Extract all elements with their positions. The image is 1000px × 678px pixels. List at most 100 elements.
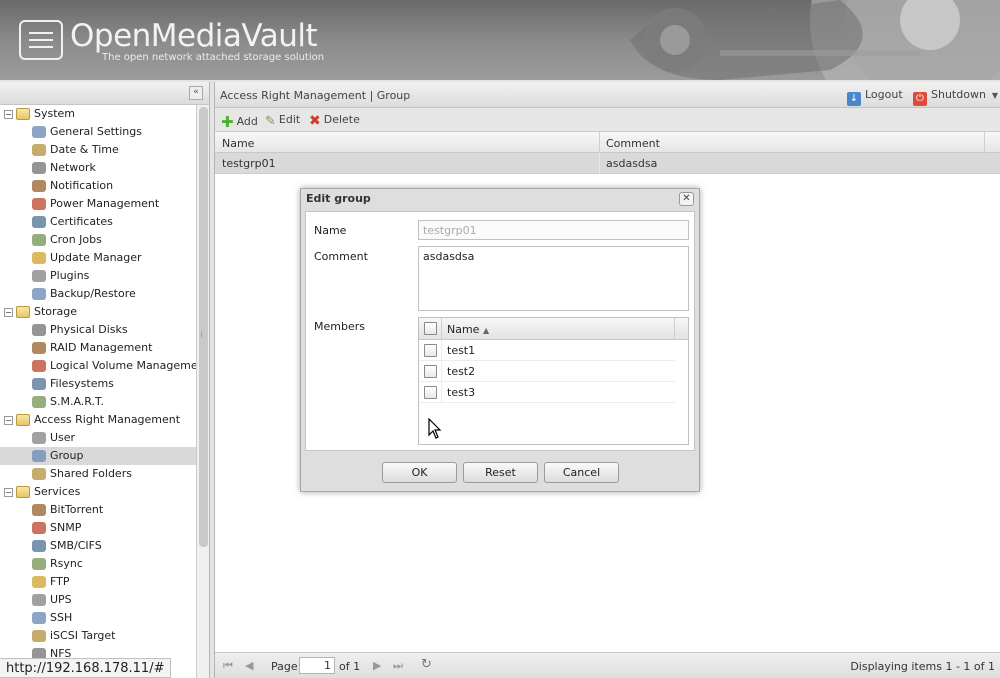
name-label: Name <box>314 224 347 237</box>
sidebar-item-shared-folders[interactable]: Shared Folders <box>0 465 209 483</box>
column-header-name[interactable]: Name <box>222 137 254 150</box>
sidebar-item-label: RAID Management <box>50 341 153 354</box>
shutdown-button[interactable]: ⏻ Shutdown ▼ <box>913 88 998 106</box>
toolbar: ✚ Add ✎ Edit ✖ Delete <box>215 108 1000 132</box>
edit-icon: ✎ <box>265 114 276 129</box>
sidebar-item-label: Network <box>50 161 96 174</box>
logout-button[interactable]: ↓ Logout <box>847 88 903 106</box>
sidebar-group-access-right-management[interactable]: − Access Right Management <box>0 411 209 429</box>
sidebar-item-ups[interactable]: UPS <box>0 591 209 609</box>
sidebar-item-cron-jobs[interactable]: Cron Jobs <box>0 231 209 249</box>
sidebar-item-raid-management[interactable]: RAID Management <box>0 339 209 357</box>
column-separator <box>441 382 442 403</box>
first-page-icon[interactable]: ⏮ <box>223 659 233 673</box>
network-icon <box>32 162 46 174</box>
member-checkbox[interactable] <box>424 365 437 378</box>
sidebar-item-iscsi-target[interactable]: iSCSI Target <box>0 627 209 645</box>
sidebar-item-date-time[interactable]: Date & Time <box>0 141 209 159</box>
collapse-toggle-icon[interactable]: − <box>4 308 13 317</box>
sidebar-item-bittorrent[interactable]: BitTorrent <box>0 501 209 519</box>
sidebar-item-label: System <box>34 107 76 120</box>
sidebar-item-power-management[interactable]: Power Management <box>0 195 209 213</box>
sidebar-group-storage[interactable]: − Storage <box>0 303 209 321</box>
hard-disk-graphic-icon <box>630 0 1000 80</box>
sidebar-item-label: Storage <box>34 305 78 318</box>
reset-button[interactable]: Reset <box>463 462 538 483</box>
next-page-icon[interactable]: ▶ <box>373 659 381 672</box>
table-row[interactable]: testgrp01 asdasdsa <box>215 153 1000 174</box>
snmp-icon <box>32 522 46 534</box>
member-checkbox[interactable] <box>424 344 437 357</box>
refresh-icon[interactable]: ↻ <box>421 657 432 672</box>
logo-menu-icon <box>19 20 63 60</box>
column-separator <box>441 361 442 382</box>
status-url: http://192.168.178.11/# <box>0 658 172 678</box>
sidebar-item-ssh[interactable]: SSH <box>0 609 209 627</box>
sidebar-item-backup-restore[interactable]: Backup/Restore <box>0 285 209 303</box>
column-separator <box>441 318 442 340</box>
collapse-toggle-icon[interactable]: − <box>4 488 13 497</box>
sidebar-item-label: General Settings <box>50 125 142 138</box>
add-button[interactable]: ✚ Add <box>221 113 258 131</box>
column-header-comment[interactable]: Comment <box>606 137 660 150</box>
add-label: Add <box>236 115 258 128</box>
sidebar-item-rsync[interactable]: Rsync <box>0 555 209 573</box>
sidebar-item-update-manager[interactable]: Update Manager <box>0 249 209 267</box>
delete-button[interactable]: ✖ Delete <box>309 113 360 129</box>
collapse-toggle-icon[interactable]: − <box>4 416 13 425</box>
sidebar-item-notification[interactable]: Notification <box>0 177 209 195</box>
column-separator <box>599 132 600 153</box>
sidebar-item-general-settings[interactable]: General Settings <box>0 123 209 141</box>
sidebar-item-label: BitTorrent <box>50 503 104 516</box>
sidebar-item-filesystems[interactable]: Filesystems <box>0 375 209 393</box>
sidebar-group-services[interactable]: − Services <box>0 483 209 501</box>
sidebar-item-snmp[interactable]: SNMP <box>0 519 209 537</box>
sidebar-item-certificates[interactable]: Certificates <box>0 213 209 231</box>
sidebar-item-label: SNMP <box>50 521 82 534</box>
sidebar-item-group[interactable]: Group <box>0 447 209 465</box>
sidebar-item-label: Logical Volume Management <box>50 359 209 372</box>
folder-icon <box>16 306 30 318</box>
edit-button[interactable]: ✎ Edit <box>265 113 300 129</box>
page-number-input[interactable] <box>299 657 335 674</box>
sidebar-item-ftp[interactable]: FTP <box>0 573 209 591</box>
shutdown-label: Shutdown <box>931 88 986 101</box>
member-row[interactable]: test1 <box>419 340 675 361</box>
cancel-button[interactable]: Cancel <box>544 462 619 483</box>
sidebar-item-label: SMB/CIFS <box>50 539 102 552</box>
sidebar-item-network[interactable]: Network <box>0 159 209 177</box>
member-row[interactable]: test2 <box>419 361 675 382</box>
sidebar-item-user[interactable]: User <box>0 429 209 447</box>
member-name: test3 <box>447 386 476 399</box>
members-column-name[interactable]: Name ▲ <box>447 323 489 336</box>
member-checkbox[interactable] <box>424 386 437 399</box>
members-label: Members <box>314 320 365 333</box>
select-all-checkbox[interactable] <box>424 322 437 335</box>
page-count: of 1 <box>339 660 361 673</box>
sidebar-item-label: Access Right Management <box>34 413 181 426</box>
sidebar-item-plugins[interactable]: Plugins <box>0 267 209 285</box>
comment-field[interactable]: asdasdsa <box>418 246 689 311</box>
scrollbar-thumb[interactable] <box>199 107 208 547</box>
member-name: test1 <box>447 344 476 357</box>
sidebar-scrollbar[interactable] <box>196 105 209 678</box>
ok-button[interactable]: OK <box>382 462 457 483</box>
close-icon[interactable]: ✕ <box>679 192 694 206</box>
splitter-handle-icon[interactable]: ⁞ <box>200 330 203 341</box>
sidebar-item-logical-volume-management[interactable]: Logical Volume Management <box>0 357 209 375</box>
notification-icon <box>32 180 46 192</box>
last-page-icon[interactable]: ⏭ <box>393 659 403 673</box>
logo-title: OpenMediaVault <box>70 18 318 54</box>
sidebar-item-label: Shared Folders <box>50 467 132 480</box>
member-row[interactable]: test3 <box>419 382 675 403</box>
group-icon <box>32 450 46 462</box>
update-icon <box>32 252 46 264</box>
collapse-toggle-icon[interactable]: − <box>4 110 13 119</box>
sidebar-item-physical-disks[interactable]: Physical Disks <box>0 321 209 339</box>
sidebar-item-smb-cifs[interactable]: SMB/CIFS <box>0 537 209 555</box>
sidebar-item-s-m-a-r-t[interactable]: S.M.A.R.T. <box>0 393 209 411</box>
column-separator <box>441 340 442 361</box>
collapse-sidebar-icon[interactable]: « <box>189 86 203 100</box>
sidebar-group-system[interactable]: − System <box>0 105 209 123</box>
prev-page-icon[interactable]: ◀ <box>245 659 253 672</box>
